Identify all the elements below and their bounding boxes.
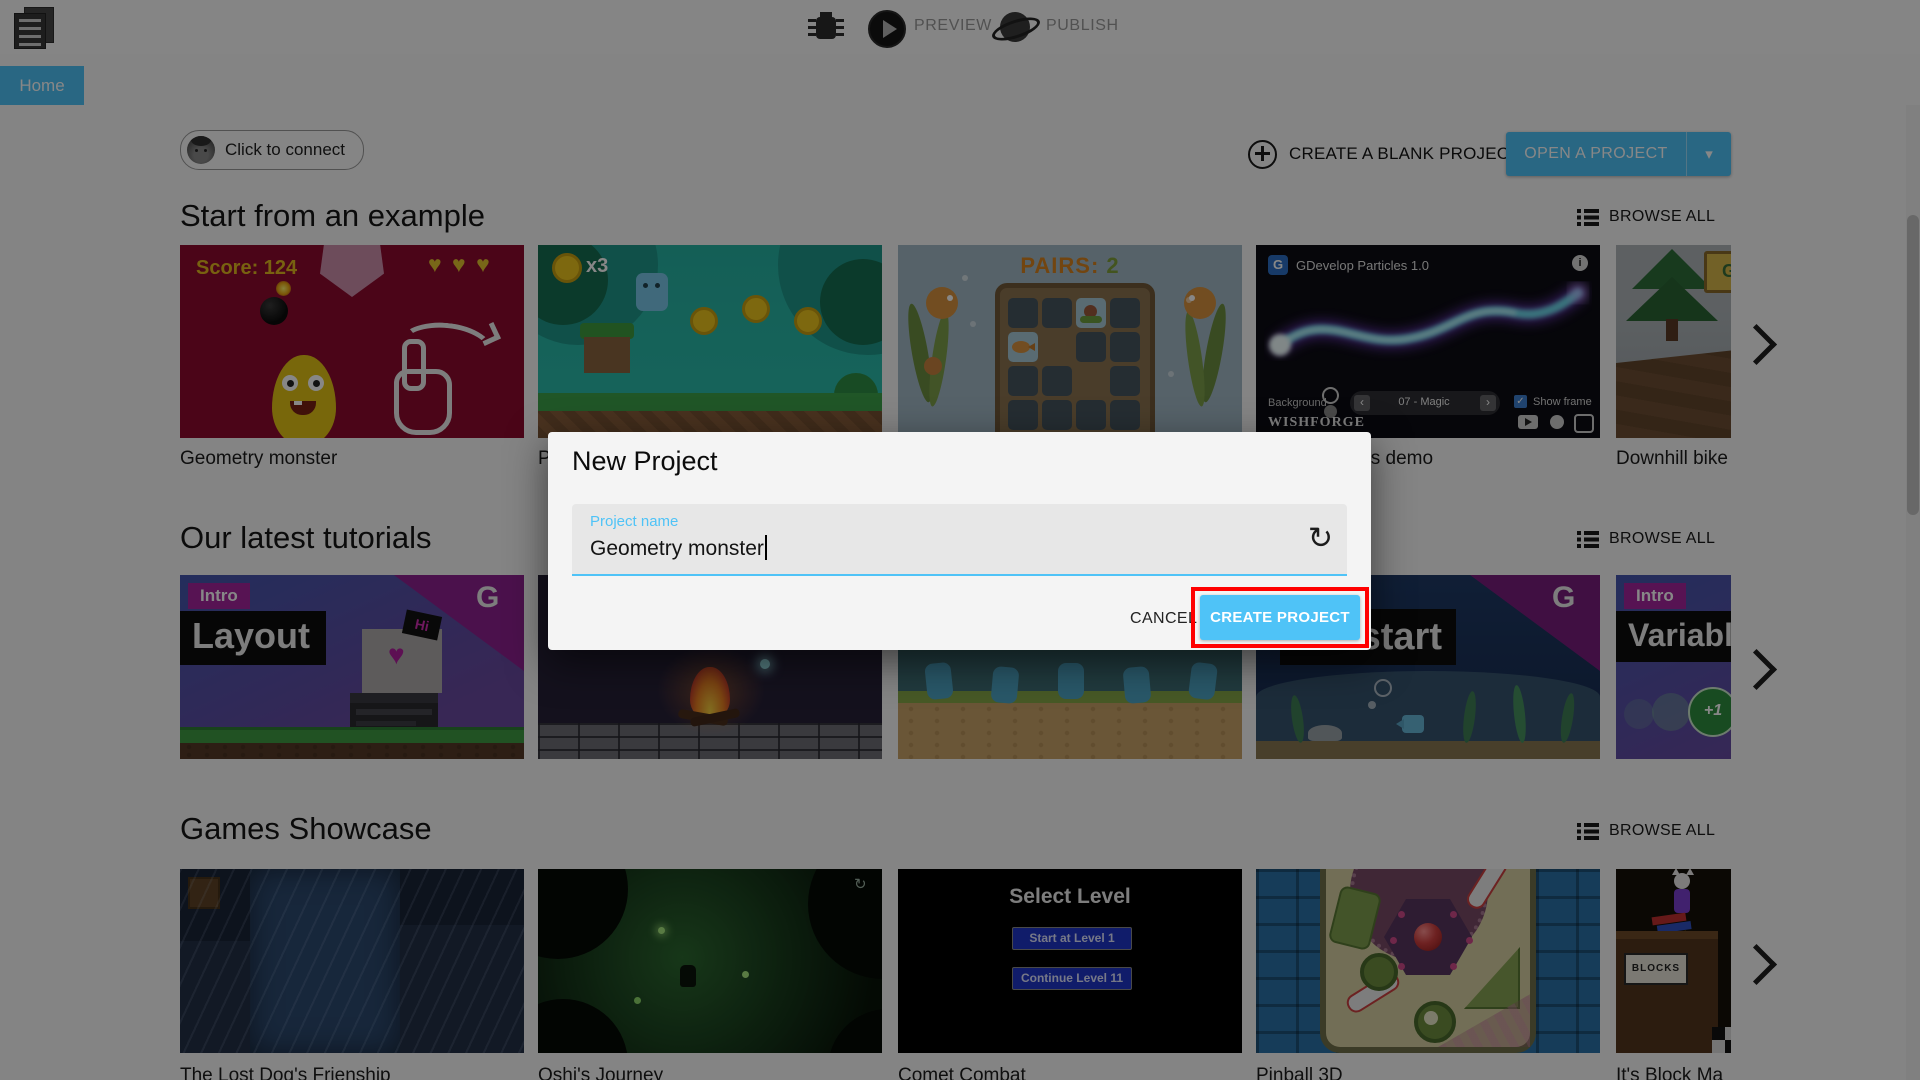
project-name-input[interactable]: Project name Geometry monster ↻ — [572, 504, 1347, 576]
project-name-value: Geometry monster — [590, 537, 764, 560]
project-name-label: Project name — [590, 513, 679, 530]
cancel-button[interactable]: CANCEL — [1124, 595, 1203, 640]
create-project-button[interactable]: CREATE PROJECT — [1200, 595, 1360, 640]
dialog-title: New Project — [572, 446, 718, 476]
refresh-icon[interactable]: ↻ — [1308, 524, 1333, 554]
text-cursor — [764, 535, 767, 560]
gdevelop-window: PREVIEW PUBLISH Home Click to connect CR… — [0, 0, 1920, 1080]
